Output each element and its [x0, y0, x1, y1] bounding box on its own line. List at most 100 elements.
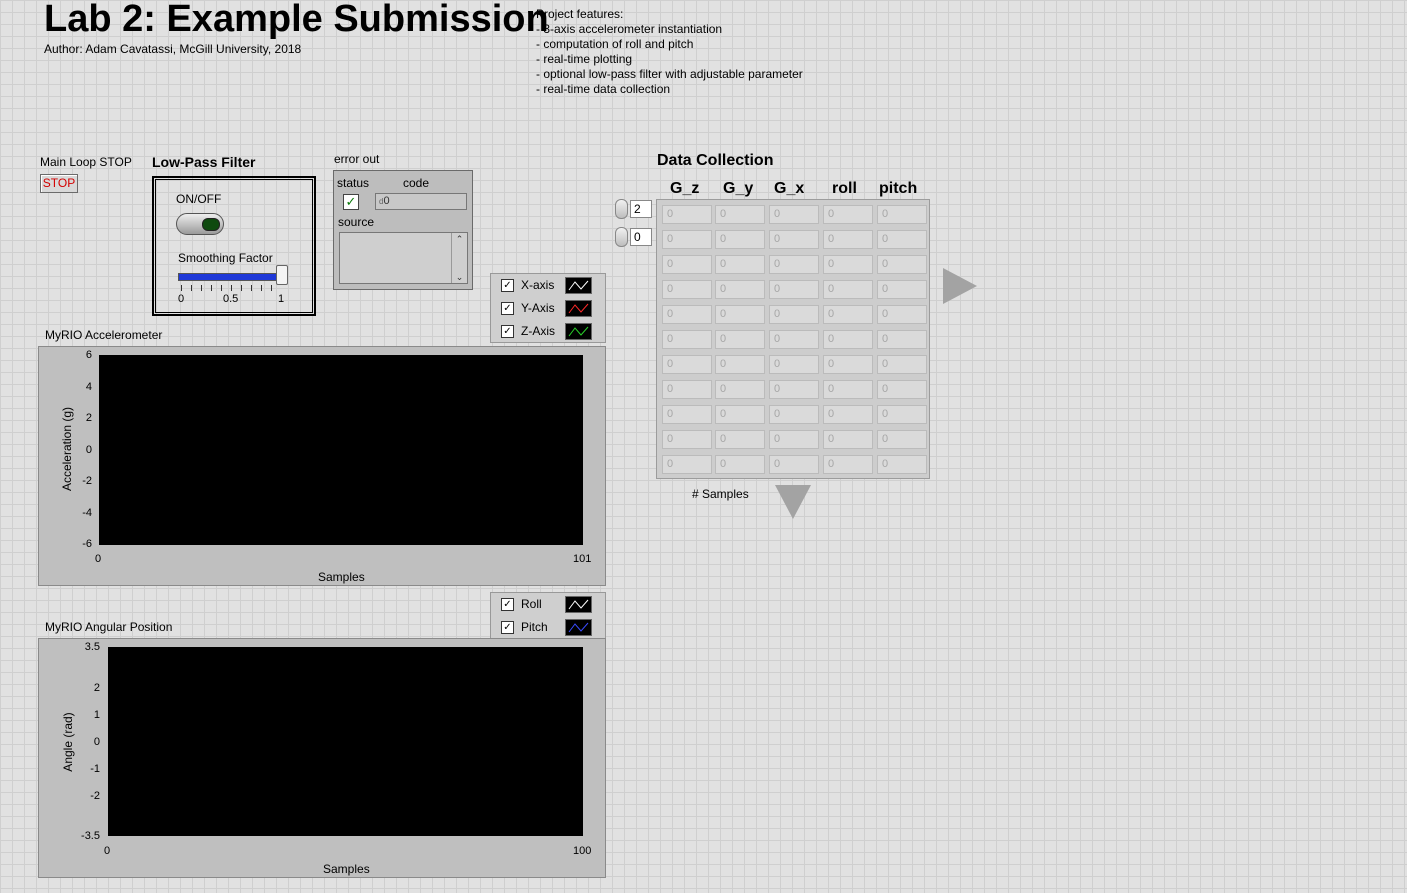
table-cell[interactable]: 0	[823, 380, 873, 399]
x-tick: 0	[95, 553, 102, 565]
plot-line-icon[interactable]	[565, 596, 592, 613]
legend-x-axis[interactable]: ✓ X-axis	[491, 274, 605, 297]
table-cell[interactable]: 0	[662, 230, 712, 249]
table-cell[interactable]: 0	[715, 405, 765, 424]
legend-roll[interactable]: ✓ Roll	[491, 593, 605, 616]
legend-y-axis[interactable]: ✓ Y-Axis	[491, 297, 605, 320]
table-cell[interactable]: 0	[823, 205, 873, 224]
slider-scale-min: 0	[178, 293, 185, 305]
table-cell[interactable]: 0	[769, 330, 819, 349]
table-cell[interactable]: 0	[662, 255, 712, 274]
error-code-field: d0	[375, 193, 467, 210]
checkbox-icon[interactable]: ✓	[501, 279, 514, 292]
row-index-spinner[interactable]	[615, 199, 628, 219]
legend-z-axis[interactable]: ✓ Z-Axis	[491, 320, 605, 343]
table-cell[interactable]: 0	[769, 455, 819, 474]
table-cell[interactable]: 0	[715, 280, 765, 299]
feature-item: - 3-axis accelerometer instantiation	[536, 22, 723, 36]
table-cell[interactable]: 0	[769, 305, 819, 324]
legend-label: Z-Axis	[521, 324, 555, 338]
y-tick: -6	[82, 538, 92, 550]
table-cell[interactable]: 0	[662, 380, 712, 399]
table-cell[interactable]: 0	[877, 455, 927, 474]
angle-plot-legend: ✓ Roll ✓ Pitch	[490, 592, 606, 639]
plot-line-icon[interactable]	[565, 277, 592, 294]
checkbox-icon[interactable]: ✓	[501, 302, 514, 315]
scroll-up-icon[interactable]: ⌃	[452, 233, 467, 245]
table-cell[interactable]: 0	[715, 380, 765, 399]
accel-plot-area[interactable]	[99, 355, 583, 545]
slider-handle[interactable]	[276, 265, 288, 285]
table-cell[interactable]: 0	[769, 380, 819, 399]
table-cell[interactable]: 0	[823, 280, 873, 299]
table-cell[interactable]: 0	[823, 230, 873, 249]
table-cell[interactable]: 0	[877, 330, 927, 349]
angle-plot-area[interactable]	[108, 647, 583, 836]
table-cell[interactable]: 0	[877, 405, 927, 424]
table-cell[interactable]: 0	[823, 355, 873, 374]
table-cell[interactable]: 0	[662, 305, 712, 324]
table-cell[interactable]: 0	[877, 380, 927, 399]
stop-button[interactable]: STOP	[40, 174, 78, 193]
legend-pitch[interactable]: ✓ Pitch	[491, 616, 605, 639]
table-cell[interactable]: 0	[715, 230, 765, 249]
table-cell[interactable]: 0	[662, 455, 712, 474]
table-cell[interactable]: 0	[877, 230, 927, 249]
checkbox-icon[interactable]: ✓	[501, 621, 514, 634]
plot-line-icon[interactable]	[565, 323, 592, 340]
table-cell[interactable]: 0	[715, 455, 765, 474]
table-cell[interactable]: 0	[877, 305, 927, 324]
table-cell[interactable]: 0	[769, 205, 819, 224]
smoothing-factor-slider[interactable]	[178, 273, 282, 281]
table-cell[interactable]: 0	[769, 355, 819, 374]
table-cell[interactable]: 0	[769, 430, 819, 449]
table-cell[interactable]: 0	[877, 255, 927, 274]
checkbox-icon[interactable]: ✓	[501, 598, 514, 611]
table-cell[interactable]: 0	[662, 355, 712, 374]
table-cell[interactable]: 0	[769, 280, 819, 299]
table-cell[interactable]: 0	[823, 455, 873, 474]
plot-line-icon[interactable]	[565, 619, 592, 636]
checkbox-icon[interactable]: ✓	[501, 325, 514, 338]
table-cell[interactable]: 0	[715, 255, 765, 274]
table-cell[interactable]: 0	[715, 355, 765, 374]
table-cell[interactable]: 0	[662, 430, 712, 449]
table-cell[interactable]: 0	[662, 405, 712, 424]
table-cell[interactable]: 0	[823, 430, 873, 449]
table-cell[interactable]: 0	[715, 330, 765, 349]
column-index-input[interactable]: 0	[630, 228, 652, 246]
table-cell[interactable]: 0	[877, 430, 927, 449]
y-axis-title: Acceleration (g)	[60, 406, 74, 492]
table-cell[interactable]: 0	[662, 330, 712, 349]
table-cell[interactable]: 0	[823, 255, 873, 274]
table-cell[interactable]: 0	[877, 205, 927, 224]
plot-line-icon[interactable]	[565, 300, 592, 317]
table-cell[interactable]: 0	[823, 330, 873, 349]
source-scrollbar[interactable]: ⌃ ⌄	[451, 233, 467, 283]
column-index-spinner[interactable]	[615, 227, 628, 247]
table-cell[interactable]: 0	[769, 405, 819, 424]
data-collection-table[interactable]: 0000000000000000000000000000000000000000…	[656, 199, 930, 479]
data-collection-title: Data Collection	[657, 152, 774, 169]
status-label: status	[337, 176, 370, 190]
row-index-input[interactable]: 2	[630, 200, 652, 218]
accel-graph-title: MyRIO Accelerometer	[45, 328, 163, 342]
source-text-field[interactable]	[339, 232, 468, 284]
table-cell[interactable]: 0	[823, 405, 873, 424]
column-header-roll: roll	[832, 180, 857, 197]
feature-item: - real-time plotting	[536, 52, 633, 66]
x-tick: 0	[104, 845, 111, 857]
table-cell[interactable]: 0	[769, 255, 819, 274]
table-cell[interactable]: 0	[715, 430, 765, 449]
table-cell[interactable]: 0	[823, 305, 873, 324]
table-cell[interactable]: 0	[877, 355, 927, 374]
table-cell[interactable]: 0	[769, 230, 819, 249]
column-header-pitch: pitch	[879, 180, 918, 197]
scroll-down-icon[interactable]: ⌄	[452, 271, 467, 283]
table-cell[interactable]: 0	[877, 280, 927, 299]
table-cell[interactable]: 0	[715, 305, 765, 324]
table-cell[interactable]: 0	[662, 205, 712, 224]
table-cell[interactable]: 0	[662, 280, 712, 299]
accel-plot-legend: ✓ X-axis ✓ Y-Axis ✓ Z-Axis	[490, 273, 606, 343]
table-cell[interactable]: 0	[715, 205, 765, 224]
